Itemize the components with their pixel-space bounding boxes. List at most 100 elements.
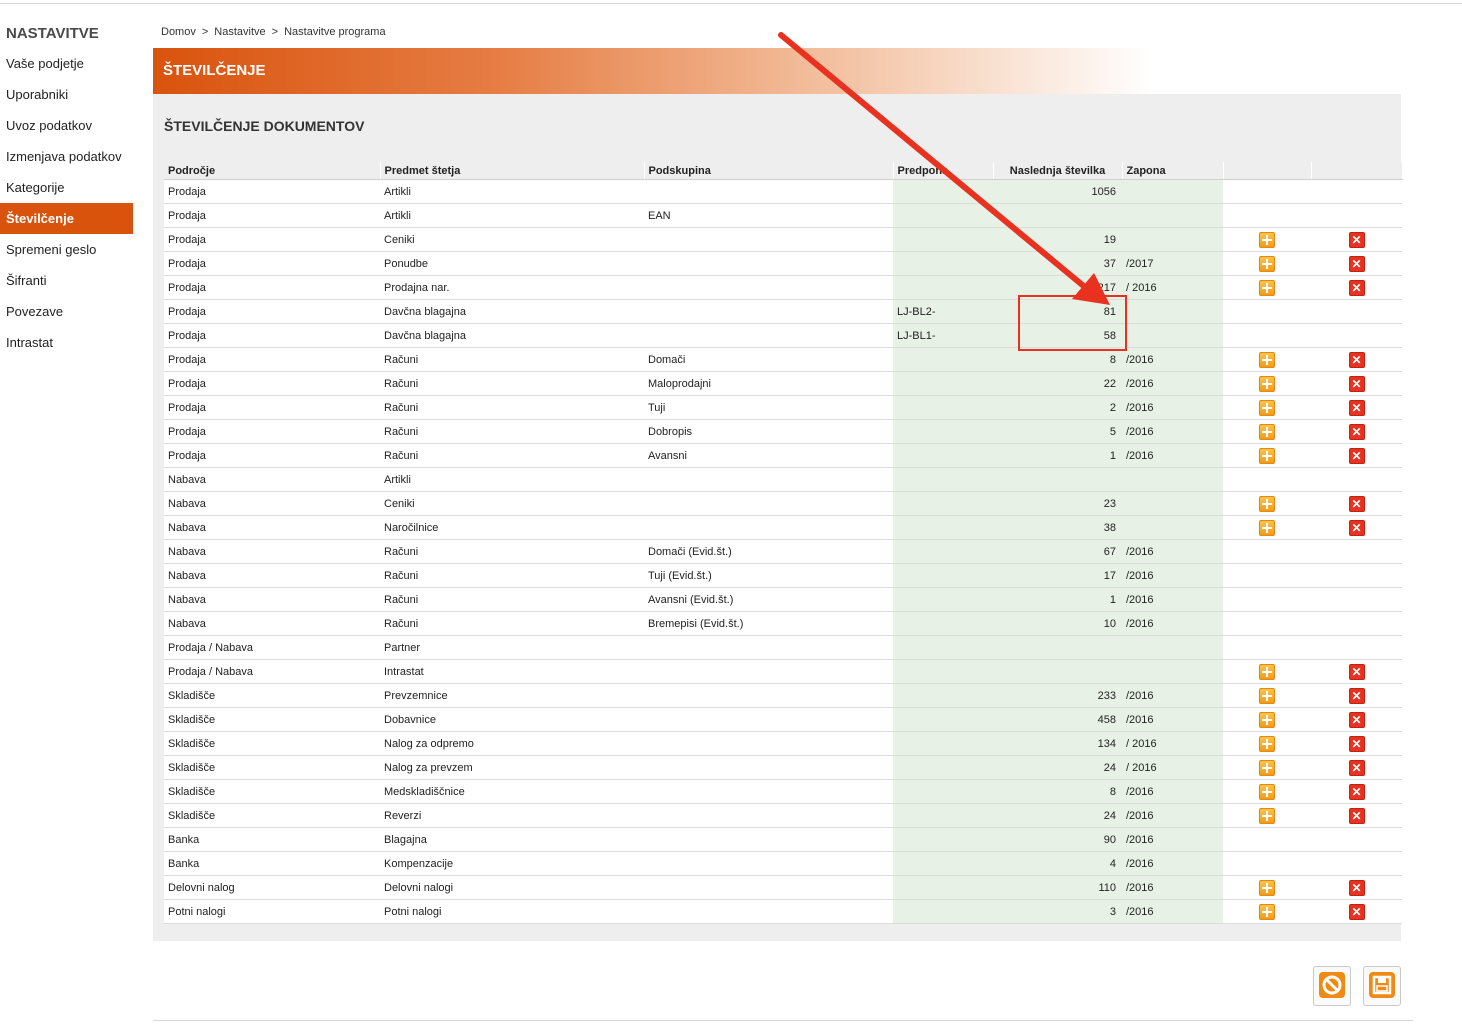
cell-naslednja-stevilka[interactable]: 2 (993, 395, 1122, 420)
plus-icon[interactable] (1259, 423, 1275, 440)
cell-zapona[interactable] (1122, 659, 1223, 684)
cell-predpona[interactable] (893, 707, 993, 732)
cell-naslednja-stevilka[interactable]: 10 (993, 611, 1122, 636)
cell-naslednja-stevilka[interactable]: 81 (993, 299, 1122, 324)
cell-zapona[interactable]: /2016 (1122, 395, 1223, 420)
cell-naslednja-stevilka[interactable]: 24 (993, 803, 1122, 828)
plus-icon[interactable] (1259, 231, 1275, 248)
cell-predpona[interactable] (893, 779, 993, 804)
x-icon[interactable]: ✕ (1348, 255, 1365, 272)
x-icon[interactable]: ✕ (1348, 279, 1365, 296)
cell-zapona[interactable]: /2016 (1122, 899, 1223, 924)
sidebar-item-sifranti[interactable]: Šifranti (0, 265, 133, 296)
cell-zapona[interactable]: / 2016 (1122, 275, 1223, 300)
sidebar-item-izmenjava-podatkov[interactable]: Izmenjava podatkov (0, 141, 133, 172)
save-button[interactable] (1363, 966, 1401, 1006)
cell-zapona[interactable]: /2016 (1122, 851, 1223, 876)
cell-zapona[interactable] (1122, 299, 1223, 324)
cell-naslednja-stevilka[interactable]: 24 (993, 755, 1122, 780)
plus-icon[interactable] (1259, 279, 1275, 296)
x-icon[interactable]: ✕ (1348, 231, 1365, 248)
cell-predpona[interactable] (893, 227, 993, 252)
x-icon[interactable]: ✕ (1348, 351, 1365, 368)
cell-naslednja-stevilka[interactable]: 1 (993, 587, 1122, 612)
cell-zapona[interactable] (1122, 491, 1223, 516)
plus-icon[interactable] (1259, 519, 1275, 536)
x-icon[interactable]: ✕ (1348, 759, 1365, 776)
cell-naslednja-stevilka[interactable]: 1 (993, 443, 1122, 468)
breadcrumb-settings[interactable]: Nastavitve (214, 26, 265, 38)
x-icon[interactable]: ✕ (1348, 903, 1365, 920)
cell-predpona[interactable] (893, 827, 993, 852)
sidebar-item-kategorije[interactable]: Kategorije (0, 172, 133, 203)
cell-naslednja-stevilka[interactable] (993, 659, 1122, 684)
cell-naslednja-stevilka[interactable]: 67 (993, 539, 1122, 564)
cell-naslednja-stevilka[interactable]: 19 (993, 227, 1122, 252)
sidebar-item-povezave[interactable]: Povezave (0, 296, 133, 327)
x-icon[interactable]: ✕ (1348, 663, 1365, 680)
cell-naslednja-stevilka[interactable]: 22 (993, 371, 1122, 396)
cell-predpona[interactable] (893, 683, 993, 708)
cell-predpona[interactable] (893, 635, 993, 660)
cell-zapona[interactable]: /2016 (1122, 611, 1223, 636)
cell-naslednja-stevilka[interactable] (993, 467, 1122, 492)
cell-naslednja-stevilka[interactable]: 233 (993, 683, 1122, 708)
cell-zapona[interactable]: /2016 (1122, 683, 1223, 708)
plus-icon[interactable] (1259, 495, 1275, 512)
plus-icon[interactable] (1259, 663, 1275, 680)
cell-predpona[interactable] (893, 899, 993, 924)
breadcrumb-home[interactable]: Domov (161, 26, 196, 38)
cell-zapona[interactable]: /2016 (1122, 707, 1223, 732)
cell-predpona[interactable]: LJ-BL2- (893, 299, 993, 324)
cell-naslednja-stevilka[interactable]: 1217 (993, 275, 1122, 300)
cell-zapona[interactable] (1122, 227, 1223, 252)
cell-zapona[interactable]: / 2016 (1122, 731, 1223, 756)
cell-naslednja-stevilka[interactable] (993, 203, 1122, 228)
plus-icon[interactable] (1259, 783, 1275, 800)
cell-naslednja-stevilka[interactable]: 17 (993, 563, 1122, 588)
plus-icon[interactable] (1259, 903, 1275, 920)
x-icon[interactable]: ✕ (1348, 807, 1365, 824)
x-icon[interactable]: ✕ (1348, 519, 1365, 536)
cell-zapona[interactable]: /2016 (1122, 347, 1223, 372)
cell-predpona[interactable] (893, 875, 993, 900)
x-icon[interactable]: ✕ (1348, 399, 1365, 416)
cell-predpona[interactable] (893, 755, 993, 780)
cell-zapona[interactable] (1122, 203, 1223, 228)
plus-icon[interactable] (1259, 687, 1275, 704)
cell-zapona[interactable]: /2017 (1122, 251, 1223, 276)
plus-icon[interactable] (1259, 399, 1275, 416)
cell-naslednja-stevilka[interactable]: 3 (993, 899, 1122, 924)
x-icon[interactable]: ✕ (1348, 879, 1365, 896)
cell-zapona[interactable]: /2016 (1122, 419, 1223, 444)
sidebar-item-intrastat[interactable]: Intrastat (0, 327, 133, 358)
cell-zapona[interactable]: /2016 (1122, 803, 1223, 828)
cell-naslednja-stevilka[interactable]: 134 (993, 731, 1122, 756)
sidebar-item-stevilcenje[interactable]: Številčenje (0, 203, 133, 234)
cell-predpona[interactable]: LJ-BL1- (893, 323, 993, 348)
cancel-button[interactable] (1313, 966, 1351, 1006)
cell-predpona[interactable] (893, 731, 993, 756)
x-icon[interactable]: ✕ (1348, 783, 1365, 800)
cell-predpona[interactable] (893, 371, 993, 396)
cell-naslednja-stevilka[interactable]: 1056 (993, 179, 1122, 204)
cell-predpona[interactable] (893, 515, 993, 540)
cell-predpona[interactable] (893, 443, 993, 468)
cell-predpona[interactable] (893, 803, 993, 828)
cell-naslednja-stevilka[interactable]: 58 (993, 323, 1122, 348)
cell-naslednja-stevilka[interactable]: 90 (993, 827, 1122, 852)
cell-zapona[interactable]: /2016 (1122, 371, 1223, 396)
x-icon[interactable]: ✕ (1348, 735, 1365, 752)
cell-zapona[interactable] (1122, 515, 1223, 540)
cell-predpona[interactable] (893, 467, 993, 492)
cell-zapona[interactable] (1122, 323, 1223, 348)
cell-predpona[interactable] (893, 179, 993, 204)
cell-naslednja-stevilka[interactable]: 8 (993, 347, 1122, 372)
cell-predpona[interactable] (893, 203, 993, 228)
cell-zapona[interactable] (1122, 467, 1223, 492)
plus-icon[interactable] (1259, 351, 1275, 368)
cell-zapona[interactable]: /2016 (1122, 875, 1223, 900)
cell-predpona[interactable] (893, 587, 993, 612)
cell-predpona[interactable] (893, 395, 993, 420)
breadcrumb-program-settings[interactable]: Nastavitve programa (284, 26, 386, 38)
